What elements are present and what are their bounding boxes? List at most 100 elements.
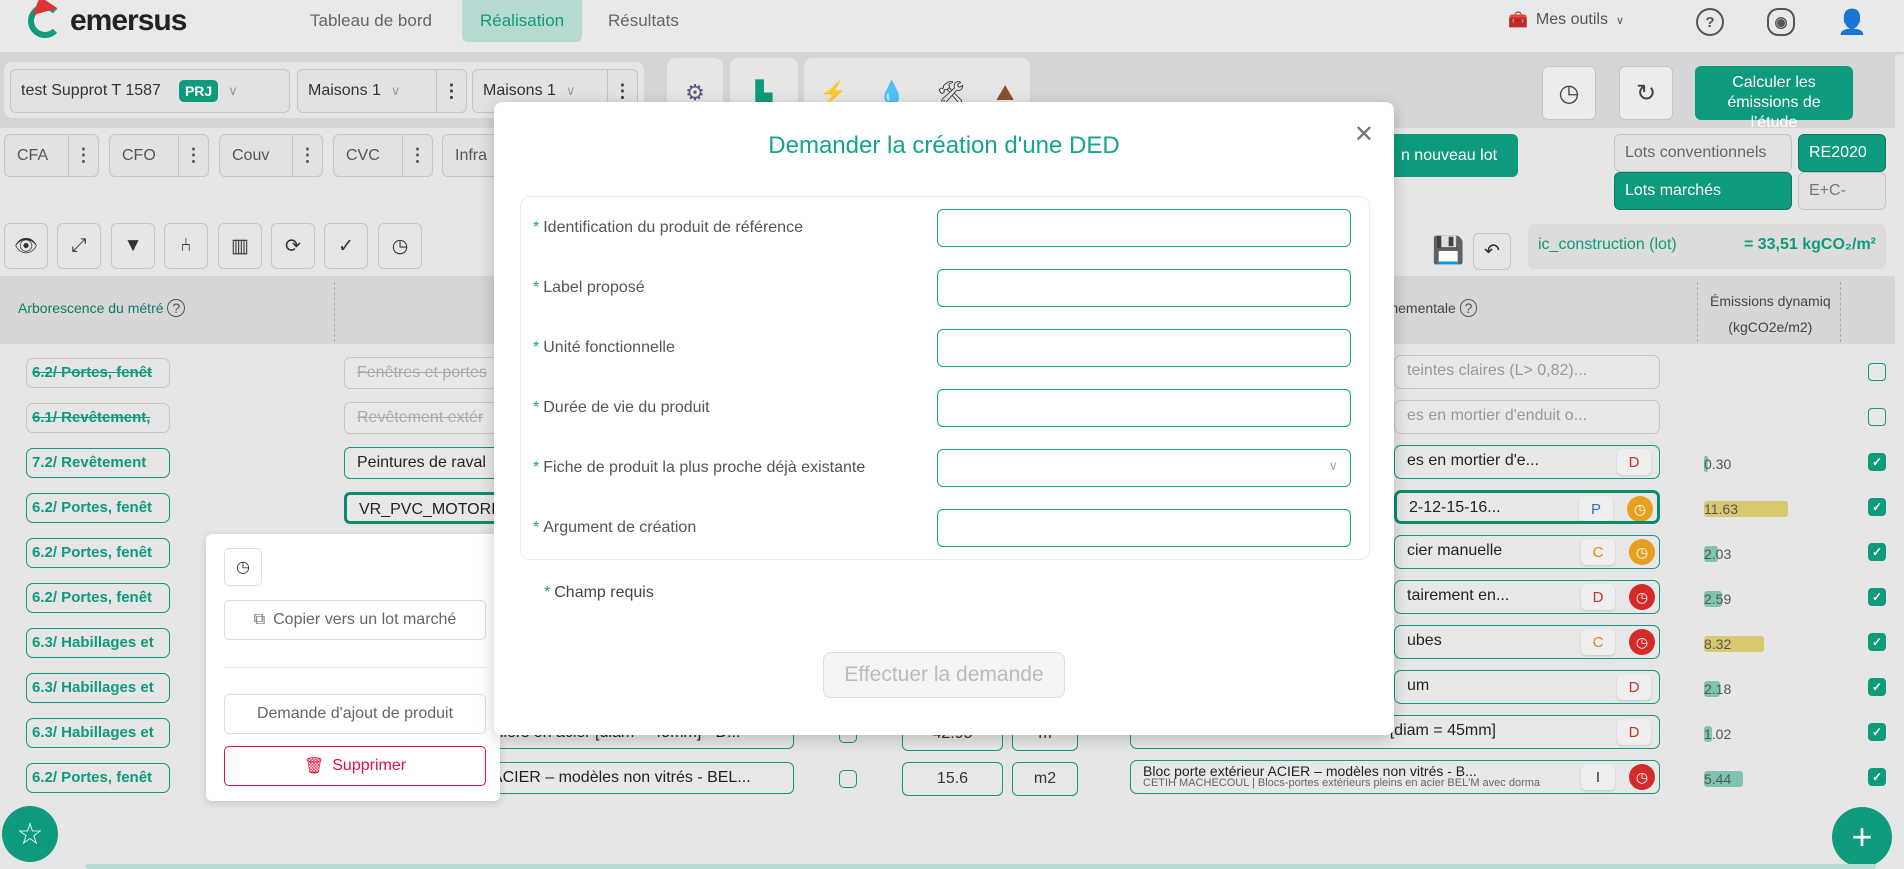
tree-badge[interactable]: 6.2/ Portes, fenêt <box>26 493 170 523</box>
row-checkbox[interactable] <box>1868 363 1886 381</box>
row-checkbox[interactable]: ✓ <box>1868 678 1886 696</box>
clock-status-icon[interactable]: ◷ <box>1629 584 1655 610</box>
nav-realisation[interactable]: Réalisation <box>462 0 583 42</box>
level1-select[interactable]: Maisons 1 ∨ ⋮ <box>297 69 467 113</box>
check-version-icon[interactable]: ✓ <box>324 223 368 269</box>
emission-value: 2.18 <box>1704 681 1731 697</box>
row-checkbox[interactable]: ✓ <box>1868 633 1886 651</box>
closest-product-select[interactable]: ∨ <box>937 449 1351 487</box>
tree-badge[interactable]: 6.2/ Portes, fenêt <box>26 763 170 793</box>
horizontal-scrollbar[interactable] <box>86 864 1876 869</box>
field-input-1[interactable] <box>937 269 1351 307</box>
env-product-input[interactable]: ubes C ◷ <box>1394 625 1660 659</box>
product-input[interactable]: r ACIER – modèles non vitrés - BEL... <box>470 762 794 794</box>
lot-cfo[interactable]: CFO ⋮ <box>109 134 209 177</box>
env-product-input[interactable]: teintes claires (L> 0,82)... <box>1394 355 1660 389</box>
clock-status-icon[interactable]: ◷ <box>1627 496 1653 521</box>
copy-icon: ⧉ <box>253 611 266 628</box>
request-product-button[interactable]: Demande d'ajout de produit <box>224 694 486 734</box>
clock-status-icon[interactable]: ◷ <box>1629 629 1655 655</box>
field-input-3[interactable] <box>937 389 1351 427</box>
tree-badge[interactable]: 6.3/ Habillages et <box>26 673 170 703</box>
row-checkbox[interactable]: ✓ <box>1868 453 1886 471</box>
env-product-input[interactable]: cier manuelle C ◷ <box>1394 535 1660 569</box>
row-checkbox[interactable] <box>839 770 857 788</box>
lot-couv[interactable]: Couv ⋮ <box>219 134 323 177</box>
quantity-input[interactable]: 15.6 <box>902 762 1003 796</box>
sync-icon[interactable]: ⟳ <box>271 223 315 269</box>
delete-button[interactable]: 🗑 Supprimer <box>224 746 486 786</box>
ec-tab[interactable]: E+C- <box>1798 172 1886 210</box>
close-icon[interactable]: ✕ <box>1354 120 1374 149</box>
more-icon[interactable]: ⋮ <box>436 70 466 112</box>
clock-icon[interactable]: ◷ <box>378 223 422 269</box>
history-button[interactable]: ◷ <box>1542 66 1596 120</box>
tree-badge[interactable]: 6.1/ Revêtement, <box>26 403 170 433</box>
help-icon[interactable]: ? <box>1459 299 1478 317</box>
help-icon[interactable]: ? <box>167 299 186 317</box>
more-icon[interactable]: ⋮ <box>178 135 208 176</box>
tree-badge[interactable]: 6.3/ Habillages et <box>26 628 170 658</box>
tools-menu[interactable]: 🧰 Mes outils ∨ <box>1508 10 1624 30</box>
tree-badge[interactable]: 6.2/ Portes, fenêt <box>26 358 170 388</box>
unit-input[interactable]: m2 <box>1012 762 1078 796</box>
clock-status-icon[interactable]: ◷ <box>1629 539 1655 565</box>
col-divider <box>334 282 335 342</box>
env-product-input[interactable]: um D <box>1394 670 1660 704</box>
history-button[interactable]: ◷ <box>224 548 262 586</box>
expand-icon[interactable]: ⤢ <box>57 223 101 269</box>
nav-dashboard[interactable]: Tableau de bord <box>292 0 450 42</box>
env-product-input[interactable]: tairement en... D ◷ <box>1394 580 1660 614</box>
tree-badge[interactable]: 7.2/ Revêtement <box>26 448 170 478</box>
row-checkbox[interactable]: ✓ <box>1868 498 1886 516</box>
undo-icon[interactable]: ↶ <box>1473 233 1511 270</box>
nav-results[interactable]: Résultats <box>590 0 697 42</box>
field-input-2[interactable] <box>937 329 1351 367</box>
help-icon[interactable]: ? <box>1696 8 1724 36</box>
lots-conventionnels-tab[interactable]: Lots conventionnels <box>1614 134 1792 172</box>
lot-label: CFA <box>17 146 49 164</box>
more-icon[interactable]: ⋮ <box>68 135 98 176</box>
submit-button[interactable]: Effectuer la demande <box>823 652 1065 698</box>
row-checkbox[interactable] <box>1868 408 1886 426</box>
row-checkbox[interactable]: ✓ <box>1868 543 1886 561</box>
field-input-0[interactable] <box>937 209 1351 247</box>
logo[interactable]: emersus <box>28 0 187 38</box>
lot-cfa[interactable]: CFA ⋮ <box>4 134 99 177</box>
row-checkbox[interactable]: ✓ <box>1868 768 1886 786</box>
clock-status-icon[interactable]: ◷ <box>1629 764 1655 790</box>
data-type-badge: P <box>1579 496 1613 521</box>
tree-badge[interactable]: 6.2/ Portes, fenêt <box>26 583 170 613</box>
eye-icon[interactable]: 👁 <box>4 223 48 269</box>
field-label: * Identification du produit de référence <box>533 219 803 237</box>
filter-icon[interactable]: ▼ <box>111 223 155 269</box>
project-select[interactable]: test Supprot T 1587 PRJ ∨ <box>10 69 290 113</box>
re2020-tab[interactable]: RE2020 <box>1798 134 1886 172</box>
env-product-input[interactable]: Bloc porte extérieur ACIER – modèles non… <box>1130 760 1660 794</box>
shield-user-icon[interactable]: ◉ <box>1767 8 1795 36</box>
field-input-5[interactable] <box>937 509 1351 547</box>
tree-badge[interactable]: 6.2/ Portes, fenêt <box>26 538 170 568</box>
row-checkbox[interactable]: ✓ <box>1868 588 1886 606</box>
lot-cvc[interactable]: CVC ⋮ <box>333 134 433 177</box>
save-icon[interactable]: 💾 <box>1432 235 1464 266</box>
more-icon[interactable]: ⋮ <box>292 135 322 176</box>
add-button[interactable]: + <box>1832 807 1892 867</box>
tree-icon[interactable]: ⑃ <box>164 223 208 269</box>
lot-label: Couv <box>232 146 270 164</box>
divider <box>224 667 486 668</box>
chart-sort-icon[interactable]: ▥ <box>218 223 262 269</box>
tree-badge[interactable]: 6.3/ Habillages et <box>26 718 170 748</box>
refresh-button[interactable]: ↻ <box>1619 66 1673 120</box>
row-checkbox[interactable]: ✓ <box>1868 723 1886 741</box>
env-product-input[interactable]: es en mortier d'e... D <box>1394 445 1660 479</box>
env-product-input[interactable]: 2-12-15-16... P ◷ <box>1394 490 1660 524</box>
favorites-button[interactable]: ☆ <box>2 806 58 862</box>
calculate-button[interactable]: Calculer les émissions de l'étude <box>1695 66 1853 131</box>
lots-marches-tab[interactable]: Lots marchés <box>1614 172 1792 210</box>
new-lot-button[interactable]: n nouveau lot <box>1380 134 1518 177</box>
more-icon[interactable]: ⋮ <box>402 135 432 176</box>
env-product-input[interactable]: es en mortier d'enduit o... <box>1394 400 1660 434</box>
user-icon[interactable]: 👤 <box>1837 8 1867 36</box>
copy-to-lot-button[interactable]: ⧉ Copier vers un lot marché <box>224 600 486 640</box>
